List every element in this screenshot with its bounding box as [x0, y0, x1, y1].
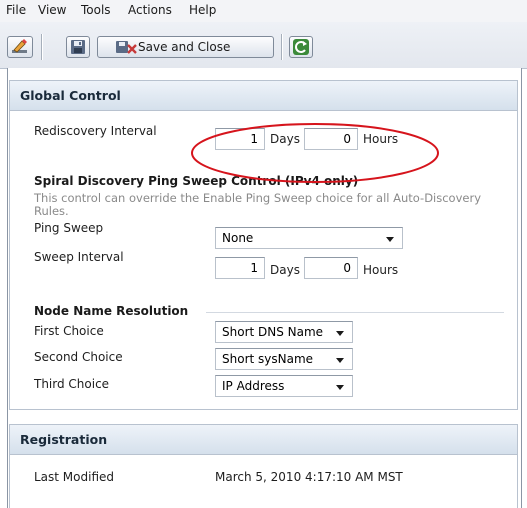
- registration-panel: Registration Last Modified March 5, 2010…: [9, 424, 518, 508]
- spiral-description-line2: Rules.: [34, 204, 69, 218]
- second-choice-value: Short sysName: [222, 352, 314, 366]
- rediscovery-interval-label: Rediscovery Interval: [34, 124, 157, 138]
- toolbar: Save and Close: [0, 22, 527, 69]
- rediscovery-days-input[interactable]: 1: [215, 128, 265, 150]
- sweep-days-input[interactable]: 1: [215, 257, 265, 279]
- refresh-button[interactable]: [289, 36, 313, 58]
- save-and-close-button[interactable]: Save and Close: [97, 36, 274, 58]
- floppy-disk-icon: [71, 40, 85, 54]
- first-choice-select[interactable]: Short DNS Name: [215, 321, 353, 343]
- save-and-close-label: Save and Close: [138, 40, 231, 54]
- toolbar-separator: [281, 34, 282, 60]
- second-choice-select[interactable]: Short sysName: [215, 348, 353, 370]
- sweep-hours-input[interactable]: 0: [304, 257, 358, 279]
- menu-file[interactable]: File: [6, 2, 26, 19]
- save-and-close-icon: [116, 41, 137, 54]
- chevron-down-icon: [336, 358, 344, 363]
- toolbar-separator: [41, 34, 42, 60]
- sweep-hours-unit: Hours: [363, 263, 399, 277]
- menu-help[interactable]: Help: [189, 2, 216, 19]
- menu-actions[interactable]: Actions: [128, 2, 172, 19]
- chevron-down-icon: [386, 237, 394, 242]
- third-choice-value: IP Address: [222, 379, 285, 393]
- refresh-icon: [293, 39, 309, 55]
- first-choice-value: Short DNS Name: [222, 325, 324, 339]
- last-modified-value: March 5, 2010 4:17:10 AM MST: [215, 470, 403, 484]
- rediscovery-hours-input[interactable]: 0: [304, 128, 358, 150]
- second-choice-label: Second Choice: [34, 350, 123, 364]
- ping-sweep-select[interactable]: None: [215, 227, 403, 249]
- section-divider: [206, 312, 504, 313]
- third-choice-label: Third Choice: [34, 377, 110, 391]
- rediscovery-days-unit: Days: [270, 132, 300, 146]
- menu-view[interactable]: View: [38, 2, 66, 19]
- global-control-panel: Global Control Rediscovery Interval 1 Da…: [9, 80, 518, 410]
- spiral-section-title: Spiral Discovery Ping Sweep Control (IPv…: [34, 174, 359, 188]
- first-choice-label: First Choice: [34, 324, 104, 338]
- menu-bar: File View Tools Actions Help: [0, 0, 527, 23]
- edit-button[interactable]: [7, 36, 33, 58]
- panel-header: Registration: [10, 425, 517, 455]
- edit-icon: [12, 39, 27, 53]
- panel-header: Global Control: [10, 81, 517, 111]
- third-choice-select[interactable]: IP Address: [215, 375, 353, 397]
- sweep-days-unit: Days: [270, 263, 300, 277]
- chevron-down-icon: [336, 331, 344, 336]
- save-button[interactable]: [66, 36, 90, 58]
- last-modified-label: Last Modified: [34, 470, 115, 484]
- registration-title: Registration: [20, 432, 108, 447]
- chevron-down-icon: [336, 385, 344, 390]
- ping-sweep-value: None: [222, 231, 254, 245]
- ping-sweep-label: Ping Sweep: [34, 221, 104, 235]
- rediscovery-hours-unit: Hours: [363, 132, 399, 146]
- sweep-interval-label: Sweep Interval: [34, 250, 124, 264]
- menu-tools[interactable]: Tools: [81, 2, 111, 19]
- node-name-resolution-title: Node Name Resolution: [34, 304, 189, 318]
- spiral-description-line1: This control can override the Enable Pin…: [34, 191, 482, 205]
- global-control-title: Global Control: [20, 88, 121, 103]
